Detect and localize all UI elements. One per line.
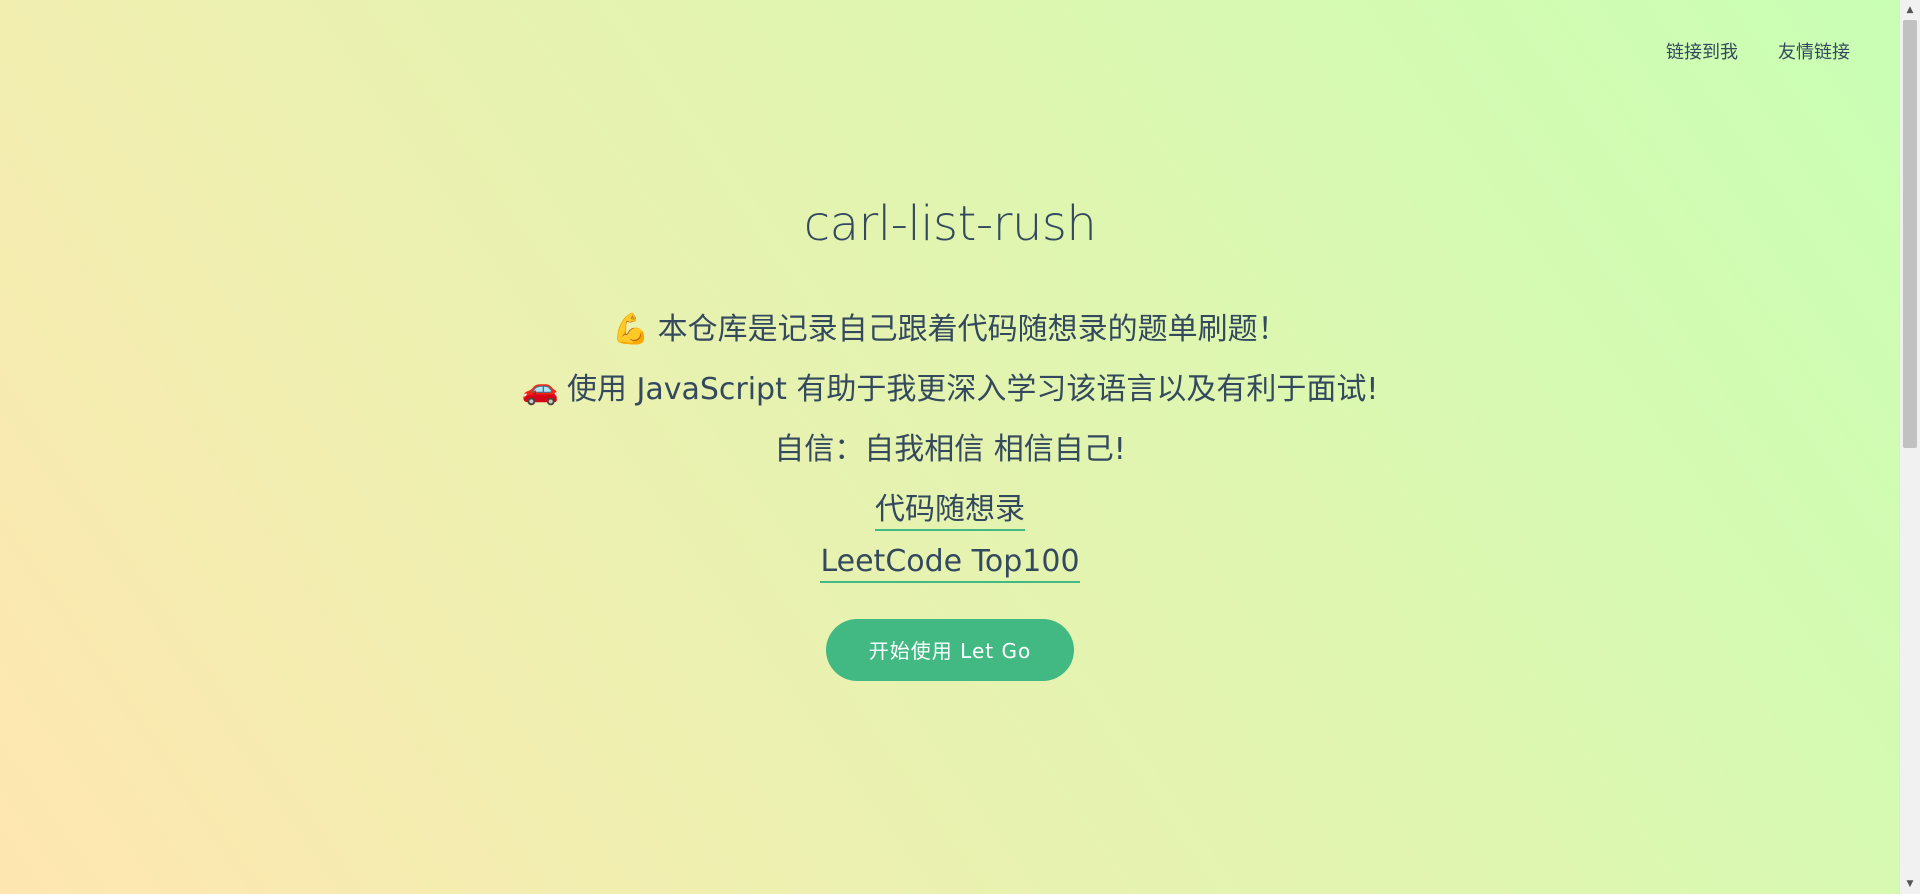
intro-line-1: 💪 本仓库是记录自己跟着代码随想录的题单刷题！ <box>0 304 1900 348</box>
chevron-down-icon[interactable]: ▼ <box>1900 876 1920 892</box>
intro-line-2-text: 使用 JavaScript 有助于我更深入学习该语言以及有利于面试! <box>566 372 1379 407</box>
intro-line-3: 自信：自我相信 相信自己! <box>774 432 1126 467</box>
nav-link-me[interactable]: 链接到我 <box>1666 38 1738 64</box>
link-row-1: 代码随想录 <box>0 484 1900 531</box>
chevron-up-icon[interactable]: ▲ <box>1900 2 1920 18</box>
link-code-random-notes[interactable]: 代码随想录 <box>875 492 1025 531</box>
intro-line-2: 🚗 使用 JavaScript 有助于我更深入学习该语言以及有利于面试! <box>0 364 1900 408</box>
scrollbar-thumb[interactable] <box>1903 20 1917 448</box>
flexed-biceps-icon: 💪 <box>612 312 650 347</box>
get-started-button[interactable]: 开始使用 Let Go <box>826 619 1074 681</box>
top-nav: 链接到我 友情链接 <box>1666 38 1850 64</box>
link-leetcode-top100[interactable]: LeetCode Top100 <box>820 544 1080 583</box>
intro-line-1-text: 本仓库是记录自己跟着代码随想录的题单刷题！ <box>657 312 1288 347</box>
nav-friend-links[interactable]: 友情链接 <box>1778 38 1850 64</box>
page-title: carl-list-rush <box>803 196 1097 252</box>
link-row-2: LeetCode Top100 <box>0 544 1900 583</box>
cta-wrap: 开始使用 Let Go <box>0 619 1900 681</box>
car-icon: 🚗 <box>521 372 559 407</box>
vertical-scrollbar[interactable]: ▲ ▼ <box>1899 0 1920 894</box>
